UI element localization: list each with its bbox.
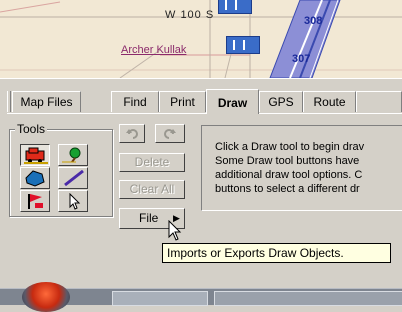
tab-row-line — [7, 113, 402, 114]
start-button[interactable] — [22, 282, 70, 312]
clear-all-button[interactable]: Clear All — [119, 180, 185, 199]
map-poi-icon[interactable] — [218, 0, 252, 14]
tab-more[interactable] — [356, 91, 402, 112]
help-line: Click a Draw tool to begin drav — [215, 141, 365, 153]
draw-car-tool-button[interactable] — [20, 144, 50, 166]
select-tool-button[interactable] — [58, 190, 88, 212]
file-button-label: File — [139, 211, 159, 225]
draw-area-tool-button[interactable] — [20, 167, 50, 189]
tab-print[interactable]: Print — [159, 91, 206, 112]
highway-label-308: 308 — [304, 15, 323, 27]
draw-line-tool-button[interactable] — [58, 167, 88, 189]
panel-divider — [0, 78, 402, 85]
undo-icon — [126, 129, 138, 139]
draw-flag-tool-button[interactable] — [20, 190, 50, 212]
tab-find[interactable]: Find — [111, 91, 159, 112]
tools-group-label: Tools — [15, 122, 48, 136]
mouse-cursor-icon — [168, 220, 182, 241]
redo-icon — [164, 129, 176, 139]
tab-map-files[interactable]: Map Files — [12, 91, 81, 112]
draw-tree-tool-button[interactable] — [58, 144, 88, 166]
draw-line-icon — [64, 170, 84, 187]
delete-button[interactable]: Delete — [119, 153, 185, 172]
place-label[interactable]: Archer Kullak — [121, 44, 186, 56]
draw-car-icon — [24, 147, 48, 164]
street-label: W 100 S — [165, 9, 215, 21]
map-poi-icon[interactable] — [226, 36, 260, 54]
draw-flag-icon — [28, 194, 43, 209]
help-line: additional draw tool options. C — [215, 169, 363, 181]
draw-help-box: Click a Draw tool to begin drav Some Draw… — [201, 125, 402, 211]
redo-button[interactable] — [155, 124, 185, 143]
draw-tree-icon — [62, 147, 81, 163]
highway-label-307: 307 — [292, 53, 311, 65]
tab-route[interactable]: Route — [303, 91, 356, 112]
draw-area-icon — [25, 170, 45, 187]
tab-gps[interactable]: GPS — [259, 91, 303, 112]
tab-draw[interactable]: Draw — [206, 89, 259, 114]
control-panel: Map Files Find Print Draw GPS Route Tool… — [0, 78, 402, 304]
tab-scroll-edge — [7, 91, 11, 112]
select-arrow-icon — [69, 193, 81, 210]
help-line: Some Draw tool buttons have — [215, 155, 360, 167]
file-button-tooltip: Imports or Exports Draw Objects. — [162, 243, 391, 263]
draw-help-text: Click a Draw tool to begin drav Some Draw… — [215, 140, 364, 196]
undo-button[interactable] — [119, 124, 145, 143]
map-view[interactable]: W 100 S Archer Kullak 308 307 — [0, 0, 402, 78]
help-line: buttons to select a different dr — [215, 183, 360, 195]
